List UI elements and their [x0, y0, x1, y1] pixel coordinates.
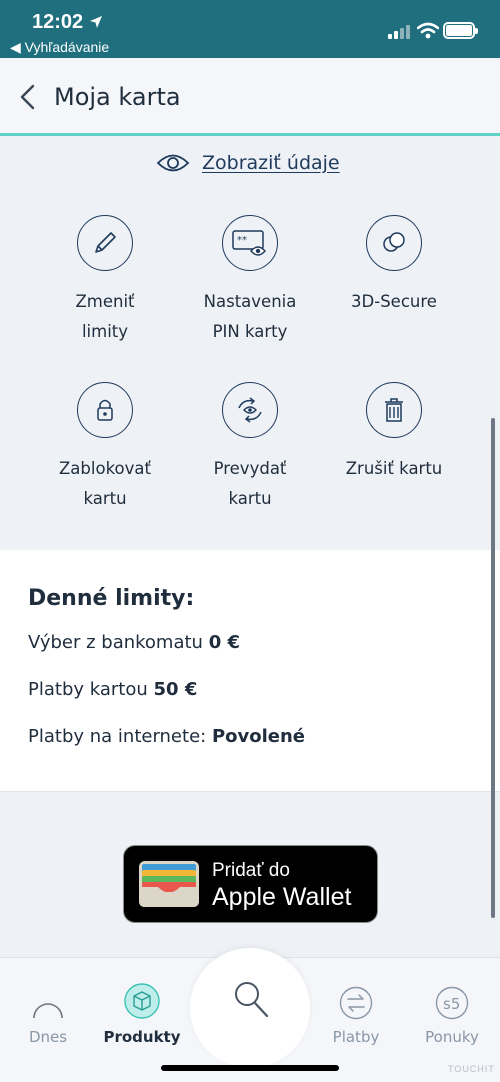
tab-payments[interactable]: Platby: [306, 958, 406, 1046]
battery-icon: [443, 22, 478, 39]
action-label: 3D-Secure: [351, 292, 437, 311]
action-change-limits[interactable]: Zmeniť limity: [30, 215, 180, 347]
action-label: Zablokovať kartu: [59, 459, 151, 508]
action-cancel-card[interactable]: Zrušiť kartu: [319, 382, 469, 484]
eye-icon: [156, 154, 190, 172]
transfer-icon: [339, 986, 373, 1020]
action-3d-secure[interactable]: 3D-Secure: [319, 215, 469, 317]
action-label: Nastavenia PIN karty: [203, 292, 297, 341]
tab-label: Platby: [332, 1028, 380, 1046]
daily-limits-section: Denné limity: Výber z bankomatu 0 € Plat…: [0, 550, 500, 792]
nav-header: Moja karta: [0, 58, 500, 136]
tab-today[interactable]: Dnes: [0, 958, 98, 1046]
products-icon: [124, 983, 160, 1019]
limit-label: Výber z bankomatu: [28, 632, 203, 653]
pin-card-icon: **: [222, 215, 278, 271]
limit-value: 0 €: [208, 632, 241, 653]
back-chevron-icon[interactable]: [14, 82, 44, 112]
wallet-line2: Apple Wallet: [212, 883, 352, 911]
svg-text:**: **: [237, 235, 247, 246]
add-to-apple-wallet-button[interactable]: Pridať do Apple Wallet: [123, 845, 378, 923]
limit-row-internet: Platby na internete: Povolené: [28, 726, 305, 747]
offers-icon: s5: [435, 986, 469, 1020]
location-arrow-icon: [90, 16, 102, 28]
limit-row-card-payments: Platby kartou 50 €: [28, 679, 197, 700]
show-details-link[interactable]: Zobraziť údaje: [156, 148, 340, 178]
offers-badge-text: s5: [443, 995, 460, 1013]
limit-value: 50 €: [153, 679, 198, 700]
action-label: Zmeniť limity: [75, 292, 135, 341]
wallet-line1: Pridať do: [212, 860, 290, 881]
action-label: Prevydať kartu: [213, 459, 287, 508]
show-details-label: Zobraziť údaje: [202, 152, 340, 174]
limits-title: Denné limity:: [28, 586, 195, 611]
limit-label: Platby na internete:: [28, 726, 207, 747]
limit-row-atm: Výber z bankomatu 0 €: [28, 632, 240, 653]
action-label: Zrušiť kartu: [345, 459, 443, 478]
wallet-icon: [139, 861, 199, 907]
tab-offers[interactable]: s5 Ponuky: [402, 958, 500, 1046]
lock-icon: [77, 382, 133, 438]
wifi-icon: [417, 22, 439, 39]
signal-icon: [388, 25, 410, 39]
limit-value: Povolené: [211, 726, 306, 747]
watermark: TOUCHIT: [448, 1064, 495, 1074]
3d-secure-icon: [366, 215, 422, 271]
action-block-card[interactable]: Zablokovať kartu: [30, 382, 180, 514]
status-time: 12:02: [32, 11, 84, 33]
back-to-app-link[interactable]: ◀ Vyhľadávanie: [10, 39, 109, 56]
reissue-icon: [222, 382, 278, 438]
search-icon[interactable]: [231, 978, 271, 1020]
scrollbar[interactable]: [491, 418, 495, 918]
status-bar: 12:02 ◀ Vyhľadávanie: [0, 0, 500, 58]
tab-label: Dnes: [28, 1028, 68, 1046]
trash-icon: [366, 382, 422, 438]
pencil-icon: [77, 215, 133, 271]
action-reissue-card[interactable]: Prevydať kartu: [175, 382, 325, 514]
tab-label: Ponuky: [425, 1028, 479, 1046]
tab-label: Produkty: [103, 1028, 181, 1046]
tab-products[interactable]: Produkty: [92, 958, 192, 1046]
page-title: Moja karta: [54, 83, 181, 111]
today-icon: [33, 1003, 63, 1019]
home-indicator[interactable]: [161, 1065, 339, 1071]
action-pin-settings[interactable]: ** Nastavenia PIN karty: [175, 215, 325, 347]
limit-label: Platby kartou: [28, 679, 148, 700]
